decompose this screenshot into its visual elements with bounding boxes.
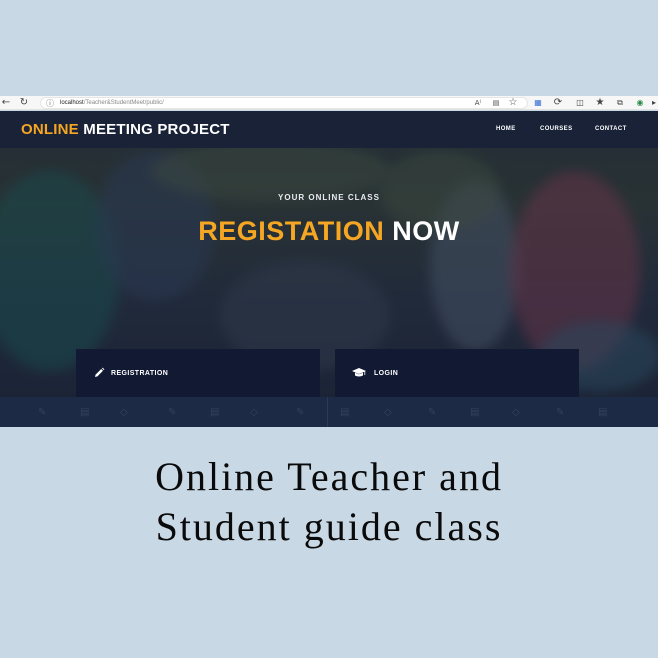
- site-logo[interactable]: ONLINE MEETING PROJECT: [21, 121, 230, 138]
- navbar: ONLINE MEETING PROJECT HOME COURSES CONT…: [0, 111, 658, 148]
- pencil-icon: [95, 367, 105, 377]
- graduation-cap-icon: [352, 368, 366, 377]
- pencil-icon: ✎: [38, 407, 47, 418]
- hero-eyebrow: YOUR ONLINE CLASS: [278, 193, 380, 202]
- split-screen-icon[interactable]: ◫: [574, 97, 586, 109]
- headline-white: NOW: [392, 216, 460, 246]
- headline-accent: REGISTATION: [198, 216, 385, 246]
- registration-label: REGISTRATION: [111, 370, 169, 377]
- caption: Online Teacher and Student guide class: [0, 452, 658, 552]
- book-icon: ▤: [598, 407, 608, 418]
- book-icon: ▤: [80, 407, 90, 418]
- tag-icon: ◇: [120, 407, 128, 418]
- info-icon[interactable]: ⓘ: [46, 98, 54, 109]
- pencil-icon: ✎: [428, 407, 437, 418]
- url-path: /Teacher&StudentMeet/public/: [83, 100, 164, 106]
- refresh-app-icon[interactable]: ⟳: [552, 97, 564, 109]
- pencil-icon: ✎: [556, 407, 565, 418]
- nav-contact[interactable]: CONTACT: [595, 126, 627, 132]
- address-bar[interactable]: ⓘ localhost/Teacher&StudentMeet/public/: [40, 97, 528, 109]
- reload-icon[interactable]: ↻: [18, 97, 30, 109]
- book-icon: ▤: [340, 407, 350, 418]
- nav-home[interactable]: HOME: [496, 126, 516, 132]
- website: ONLINE MEETING PROJECT HOME COURSES CONT…: [0, 111, 658, 427]
- pencil-icon: ✎: [296, 407, 305, 418]
- book-icon: ▤: [210, 407, 220, 418]
- favorites-icon[interactable]: ★: [594, 97, 606, 109]
- registration-card[interactable]: REGISTRATION: [76, 349, 320, 397]
- sidebar-icon[interactable]: ▸: [648, 97, 658, 109]
- url-text: localhost/Teacher&StudentMeet/public/: [60, 99, 164, 108]
- collections-icon[interactable]: ⧉: [614, 97, 626, 109]
- read-aloud-icon[interactable]: A⁽: [472, 97, 484, 109]
- copilot-icon[interactable]: ◉: [634, 97, 646, 109]
- immersive-reader-icon[interactable]: ▤: [490, 97, 502, 109]
- nav-courses[interactable]: COURSES: [540, 126, 572, 132]
- login-label: LOGIN: [374, 370, 399, 377]
- feature-strip: ✎ ▤ ◇ ✎ ▤ ◇ ✎ ▤ ◇ ✎ ▤ ◇ ✎ ▤: [0, 397, 658, 427]
- brand-accent: ONLINE: [21, 121, 79, 138]
- tag-icon: ◇: [512, 407, 520, 418]
- hero-headline: REGISTATION NOW: [0, 216, 658, 247]
- browser-toolbar: ← ↻ ⓘ localhost/Teacher&StudentMeet/publ…: [0, 96, 658, 110]
- tag-icon: ◇: [384, 407, 392, 418]
- brand-rest: MEETING PROJECT: [83, 121, 230, 138]
- pencil-icon: ✎: [168, 407, 177, 418]
- translate-icon[interactable]: ▦: [532, 97, 544, 109]
- url-host: localhost: [60, 100, 84, 106]
- arrow-left-icon[interactable]: ←: [0, 97, 12, 109]
- caption-line-1: Online Teacher and: [155, 454, 503, 499]
- tag-icon: ◇: [250, 407, 258, 418]
- book-icon: ▤: [470, 407, 480, 418]
- login-card[interactable]: LOGIN: [335, 349, 579, 397]
- favorite-star-icon[interactable]: ☆: [507, 97, 519, 109]
- caption-line-2: Student guide class: [155, 504, 503, 549]
